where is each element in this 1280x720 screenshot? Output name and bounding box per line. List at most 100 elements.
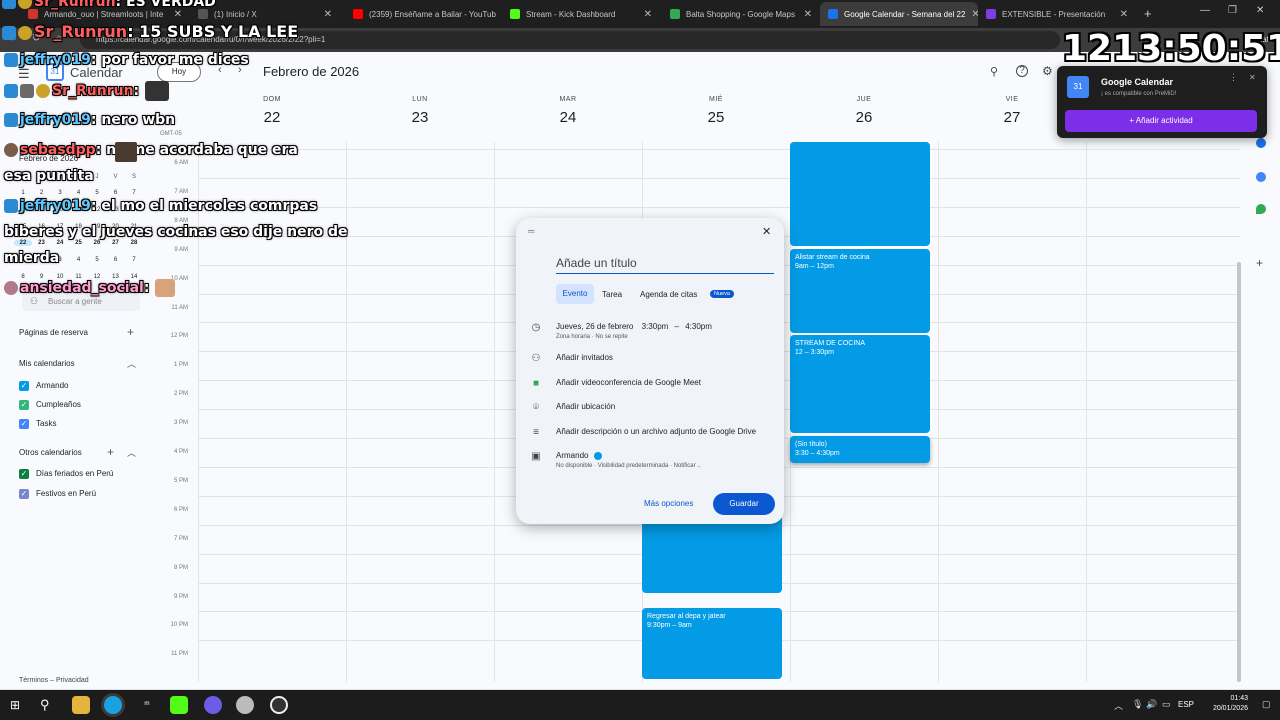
quick-event-dialog[interactable]: ═ ✕ Añade un título Evento Tarea Agenda …	[516, 218, 784, 524]
contacts-icon[interactable]	[1256, 172, 1266, 182]
close-icon[interactable]: ✕	[971, 9, 978, 20]
checkbox-icon[interactable]: ✓	[19, 489, 29, 499]
day-number[interactable]: 22	[198, 109, 346, 126]
timezone-repeat-link[interactable]: Zona horaria · No se repite	[556, 334, 712, 340]
search-icon[interactable]: ⚲	[40, 697, 50, 713]
day-number[interactable]: 23	[346, 109, 494, 126]
save-button[interactable]: Guardar	[713, 493, 775, 515]
tab-event[interactable]: Evento	[556, 284, 594, 304]
new-tab-button[interactable]: +	[1144, 6, 1152, 21]
main-menu-icon[interactable]: ☰	[18, 66, 30, 82]
event-title-input[interactable]: Añade un título	[556, 254, 774, 274]
mini-day[interactable]: 27	[107, 240, 125, 246]
language-indicator[interactable]: ESP	[1178, 700, 1194, 709]
event-start-time[interactable]: 3:30pm	[642, 322, 669, 331]
close-icon[interactable]: ✕	[174, 9, 182, 20]
mini-day[interactable]: 22	[14, 240, 32, 247]
close-icon[interactable]: ✕	[804, 9, 812, 20]
collapse-icon[interactable]: ︿	[127, 357, 136, 370]
mini-day[interactable]: 5	[88, 257, 106, 263]
calendar-select-row[interactable]: ▣ Armando No disponible · Visibilidad pr…	[528, 451, 700, 469]
help-icon[interactable]: ?	[1016, 65, 1028, 77]
mini-day[interactable]: 26	[88, 240, 106, 246]
calendar-event-block[interactable]	[642, 515, 782, 593]
more-icon[interactable]: ⋮	[1229, 72, 1238, 83]
obs-icon[interactable]	[270, 696, 288, 714]
mini-day[interactable]: 28	[125, 240, 143, 246]
browser-tab-active[interactable]: Google Calendar - Semana del 22 ✕	[820, 2, 978, 26]
edge-browser-icon[interactable]	[104, 696, 122, 714]
mini-day[interactable]: 23	[33, 240, 51, 246]
tray-chevron-icon[interactable]: ︿	[1114, 699, 1123, 712]
file-explorer-icon[interactable]	[72, 696, 90, 714]
add-booking-page-icon[interactable]: +	[127, 325, 134, 339]
add-calendar-icon[interactable]: +	[107, 445, 114, 459]
calendar-event-block[interactable]	[790, 142, 930, 246]
clock[interactable]: 01:43 20/01/2026	[1200, 694, 1248, 714]
mini-day[interactable]: 4	[70, 257, 88, 263]
day-number[interactable]: 24	[494, 109, 642, 126]
day-number[interactable]: 26	[790, 109, 938, 126]
footer-links[interactable]: Términos – Privacidad	[19, 677, 89, 684]
checkbox-icon[interactable]: ✓	[19, 419, 29, 429]
add-meet-row[interactable]: ■ Añadir videoconferencia de Google Meet	[528, 378, 701, 392]
app-icon[interactable]: ᵐ	[138, 696, 156, 714]
maximize-icon[interactable]: ❐	[1228, 5, 1237, 16]
minimize-icon[interactable]: —	[1200, 5, 1210, 16]
tasks-icon[interactable]	[1256, 138, 1266, 148]
app-icon[interactable]	[236, 696, 254, 714]
close-icon[interactable]: ✕	[762, 225, 771, 238]
event-end-time[interactable]: 4:30pm	[685, 322, 712, 331]
tab-task[interactable]: Tarea	[602, 290, 622, 299]
close-icon[interactable]: ✕	[644, 9, 652, 20]
event-date[interactable]: Jueves, 26 de febrero	[556, 322, 633, 331]
browser-tab[interactable]: (2359) Enséñame a Bailar - YouTub✕	[345, 2, 500, 26]
other-calendars-header[interactable]: Otros calendarios	[19, 448, 82, 457]
add-description-row[interactable]: ≡ Añadir descripción o un archivo adjunto…	[528, 427, 756, 441]
mini-day[interactable]: 6	[107, 257, 125, 263]
collapse-icon[interactable]: ︿	[127, 446, 136, 459]
close-icon[interactable]: ✕	[324, 9, 332, 20]
add-guests-row[interactable]: ⚇ Añadir invitados	[528, 353, 613, 367]
mini-day[interactable]: 7	[125, 190, 143, 196]
day-number[interactable]: 25	[642, 109, 790, 126]
add-addon-icon[interactable]: +	[1256, 256, 1263, 270]
mini-day[interactable]: 5	[88, 190, 106, 196]
booking-pages-label[interactable]: Páginas de reserva	[19, 328, 88, 337]
mini-day[interactable]: 4	[70, 190, 88, 196]
close-window-icon[interactable]: ✕	[1256, 5, 1264, 16]
more-options-button[interactable]: Más opciones	[644, 499, 693, 508]
network-icon[interactable]: ▭	[1162, 699, 1171, 710]
checkbox-icon[interactable]: ✓	[19, 400, 29, 410]
grid-scrollbar[interactable]	[1237, 262, 1241, 682]
mini-day[interactable]: 6	[107, 190, 125, 196]
windows-start-icon[interactable]: ⊞	[10, 698, 20, 712]
calendar-event[interactable]: STREAM DE COCINA 12 – 3:30pm	[790, 335, 930, 433]
microphone-icon[interactable]: 🎙	[1132, 699, 1143, 710]
search-icon[interactable]: ⚲	[990, 65, 998, 78]
day-header-sun[interactable]: DOM 22	[198, 96, 346, 126]
drag-handle-icon[interactable]: ═	[528, 226, 534, 236]
add-activity-button[interactable]: + Añadir actividad	[1065, 110, 1257, 132]
close-icon[interactable]: ✕	[1120, 9, 1128, 20]
day-header-wed[interactable]: MIÉ 25	[642, 96, 790, 126]
maps-icon[interactable]	[1256, 204, 1266, 214]
browser-tab[interactable]: Stream - Kick Dashboard ✕	[502, 2, 660, 26]
day-header-tue[interactable]: MAR 24	[494, 96, 642, 126]
tab-appointment-schedule[interactable]: Agenda de citas	[640, 290, 697, 299]
browser-tab[interactable]: EXTENSIBLE - Presentación ✕	[978, 2, 1136, 26]
datetime-row[interactable]: ◷ Jueves, 26 de febrero 3:30pm – 4:30pm …	[528, 322, 712, 340]
checkbox-icon[interactable]: ✓	[19, 381, 29, 391]
notification-icon[interactable]: ▢	[1262, 699, 1271, 710]
add-location-row[interactable]: ⌾ Añadir ubicación	[528, 402, 615, 416]
volume-icon[interactable]: 🔊	[1146, 699, 1157, 710]
mini-day[interactable]: 25	[70, 240, 88, 246]
calendar-event[interactable]: Regresar al depa y jatear 9:30pm – 9am	[642, 608, 782, 679]
my-calendars-header[interactable]: Mis calendarios	[19, 359, 75, 368]
kick-icon[interactable]	[170, 696, 188, 714]
close-icon[interactable]: ✕	[1249, 73, 1256, 82]
browser-tab[interactable]: Balta Shopping - Google Maps ✕	[662, 2, 820, 26]
day-header-mon[interactable]: LUN 23	[346, 96, 494, 126]
checkbox-icon[interactable]: ✓	[19, 469, 29, 479]
mini-day[interactable]: 2	[33, 190, 51, 196]
